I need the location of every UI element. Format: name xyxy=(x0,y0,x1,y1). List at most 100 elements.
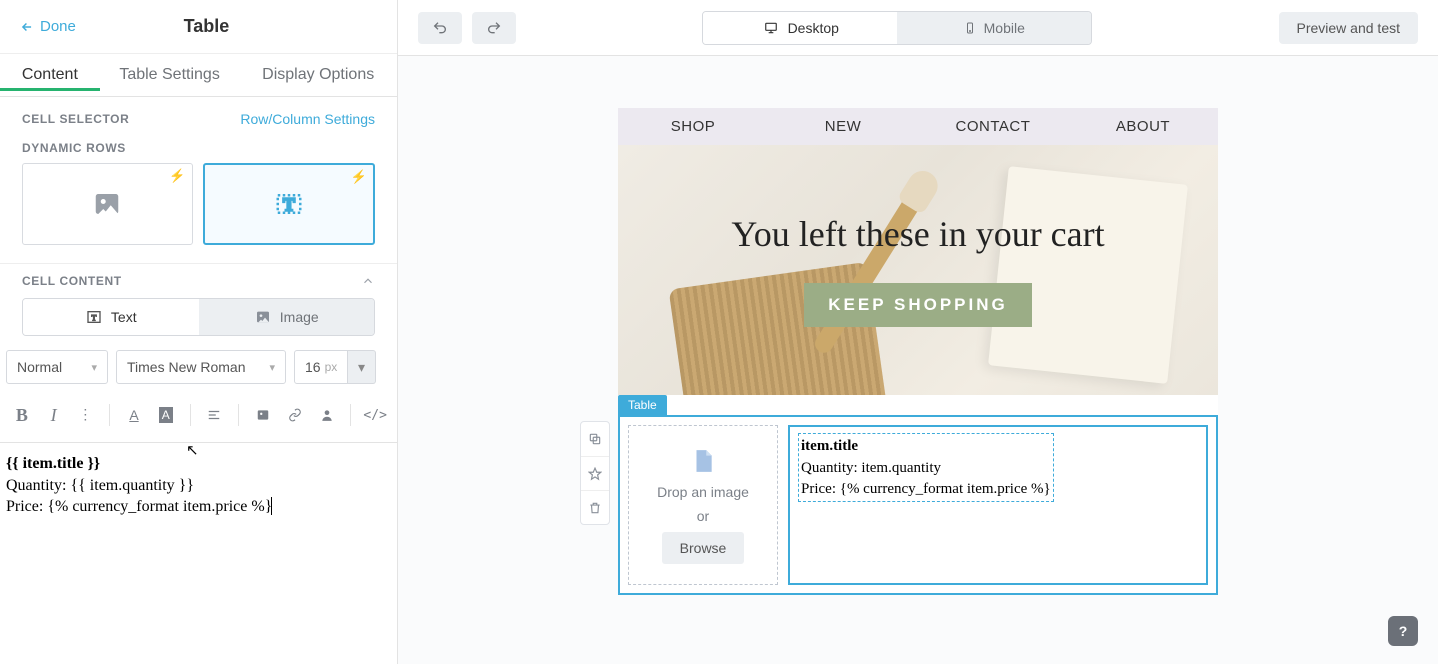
email-preview: SHOP NEW CONTACT ABOUT You left these in… xyxy=(618,108,1218,595)
bolt-icon: ⚡ xyxy=(351,169,367,185)
dynamic-row-image-card[interactable]: ⚡ xyxy=(22,163,193,245)
top-bar: Desktop Mobile Preview and test xyxy=(398,0,1438,56)
insert-person-button[interactable] xyxy=(313,400,341,430)
chevron-down-icon: ▾ xyxy=(91,361,97,374)
back-label: Done xyxy=(40,18,76,35)
help-button[interactable]: ? xyxy=(1388,616,1418,646)
chevron-up-icon xyxy=(361,274,375,288)
mobile-icon xyxy=(964,20,976,36)
more-icon: ⋮ xyxy=(78,407,92,424)
insert-link-button[interactable] xyxy=(281,400,309,430)
bold-button[interactable]: B xyxy=(8,400,36,430)
person-icon xyxy=(319,408,335,422)
keep-shopping-button[interactable]: KEEP SHOPPING xyxy=(804,283,1031,327)
text-cell[interactable]: item.title Quantity: item.quantity Price… xyxy=(788,425,1208,585)
preview-label: Preview and test xyxy=(1297,20,1401,36)
cell-content-image-button[interactable]: Image xyxy=(199,299,375,335)
align-button[interactable] xyxy=(201,400,229,430)
help-icon: ? xyxy=(1399,623,1408,639)
table-block[interactable]: Drop an image or Browse item.title Quant… xyxy=(618,415,1218,595)
hero-title: You left these in your cart xyxy=(731,213,1104,255)
font-size-stepper[interactable]: ▾ xyxy=(348,350,376,384)
favorite-block-button[interactable] xyxy=(581,456,609,490)
mobile-view-button[interactable]: Mobile xyxy=(897,12,1091,44)
nav-about[interactable]: ABOUT xyxy=(1068,108,1218,145)
delete-block-button[interactable] xyxy=(581,490,609,524)
image-btn-label: Image xyxy=(280,309,319,325)
code-view-button[interactable]: </> xyxy=(361,400,389,430)
undo-button[interactable] xyxy=(418,12,462,44)
redo-icon xyxy=(485,20,503,36)
cell-content-text-button[interactable]: T Text xyxy=(23,299,199,335)
italic-button[interactable]: I xyxy=(40,400,68,430)
document-icon xyxy=(690,446,716,476)
text-editor[interactable]: ↖ {{ item.title }} Quantity: {{ item.qua… xyxy=(0,443,397,528)
text-btn-label: Text xyxy=(111,309,137,325)
text-toolbar: B I ⋮ A A </> xyxy=(0,394,397,443)
bg-color-button[interactable]: A xyxy=(152,400,180,430)
font-color-icon: A xyxy=(129,407,138,423)
font-size-value: 16 xyxy=(305,359,321,375)
insert-image-button[interactable] xyxy=(249,400,277,430)
copy-icon xyxy=(588,432,602,446)
or-text: or xyxy=(697,508,709,524)
tab-display-options[interactable]: Display Options xyxy=(239,54,397,96)
bolt-icon: ⚡ xyxy=(169,168,185,184)
table-block-wrapper: Table Drop an image or Browse item.title… xyxy=(618,415,1218,595)
text-caret xyxy=(271,497,272,515)
dynamic-rows-label: DYNAMIC ROWS xyxy=(22,141,375,155)
email-nav: SHOP NEW CONTACT ABOUT xyxy=(618,108,1218,145)
viewport-toggle: Desktop Mobile xyxy=(702,11,1092,45)
row-column-settings-link[interactable]: Row/Column Settings xyxy=(240,111,375,127)
text-placeholder-icon: T xyxy=(272,189,306,219)
block-actions xyxy=(580,421,610,525)
nav-shop[interactable]: SHOP xyxy=(618,108,768,145)
tab-table-settings[interactable]: Table Settings xyxy=(100,54,240,96)
panel-header: Done Table xyxy=(0,0,397,54)
separator xyxy=(238,404,239,426)
text-style-select[interactable]: Normal▾ xyxy=(6,350,108,384)
bg-color-icon: A xyxy=(159,407,173,423)
panel-title: Table xyxy=(76,16,337,37)
arrow-left-icon xyxy=(20,20,34,34)
preview-and-test-button[interactable]: Preview and test xyxy=(1279,12,1419,44)
separator xyxy=(190,404,191,426)
font-size-unit: px xyxy=(325,360,338,374)
desktop-label: Desktop xyxy=(788,20,839,36)
editor-line-2: Quantity: {{ item.quantity }} xyxy=(6,475,391,497)
preview-line-1: item.title xyxy=(801,438,858,454)
cell-selector-label: CELL SELECTOR xyxy=(22,112,129,126)
editor-line-1: {{ item.title }} xyxy=(6,455,100,472)
dynamic-rows-section: DYNAMIC ROWS xyxy=(0,141,397,155)
svg-text:T: T xyxy=(91,313,96,322)
separator xyxy=(350,404,351,426)
mobile-label: Mobile xyxy=(984,20,1025,36)
hero-section[interactable]: You left these in your cart KEEP SHOPPIN… xyxy=(618,145,1218,395)
dynamic-row-text-card[interactable]: ⚡ T xyxy=(203,163,376,245)
align-icon xyxy=(206,408,222,422)
cell-content-header[interactable]: CELL CONTENT xyxy=(0,263,397,298)
more-formatting-button[interactable]: ⋮ xyxy=(71,400,99,430)
link-icon xyxy=(287,408,303,422)
svg-text:T: T xyxy=(283,194,295,214)
cell-content-type-toggle: T Text Image xyxy=(22,298,375,336)
redo-button[interactable] xyxy=(472,12,516,44)
browse-button[interactable]: Browse xyxy=(662,532,745,564)
image-drop-cell[interactable]: Drop an image or Browse xyxy=(628,425,778,585)
desktop-view-button[interactable]: Desktop xyxy=(703,12,897,44)
table-badge: Table xyxy=(618,395,667,415)
back-done-button[interactable]: Done xyxy=(20,18,76,35)
nav-new[interactable]: NEW xyxy=(768,108,918,145)
left-panel: Done Table Content Table Settings Displa… xyxy=(0,0,398,664)
nav-contact[interactable]: CONTACT xyxy=(918,108,1068,145)
duplicate-block-button[interactable] xyxy=(581,422,609,456)
image-icon xyxy=(255,408,271,422)
font-size-control: 16 px ▾ xyxy=(294,350,376,384)
font-size-input[interactable]: 16 px xyxy=(294,350,348,384)
image-placeholder-icon xyxy=(90,189,124,219)
preview-line-2: Quantity: item.quantity xyxy=(801,458,1051,478)
trash-icon xyxy=(588,501,602,515)
canvas[interactable]: SHOP NEW CONTACT ABOUT You left these in… xyxy=(398,56,1438,664)
font-family-select[interactable]: Times New Roman▾ xyxy=(116,350,286,384)
font-color-button[interactable]: A xyxy=(120,400,148,430)
